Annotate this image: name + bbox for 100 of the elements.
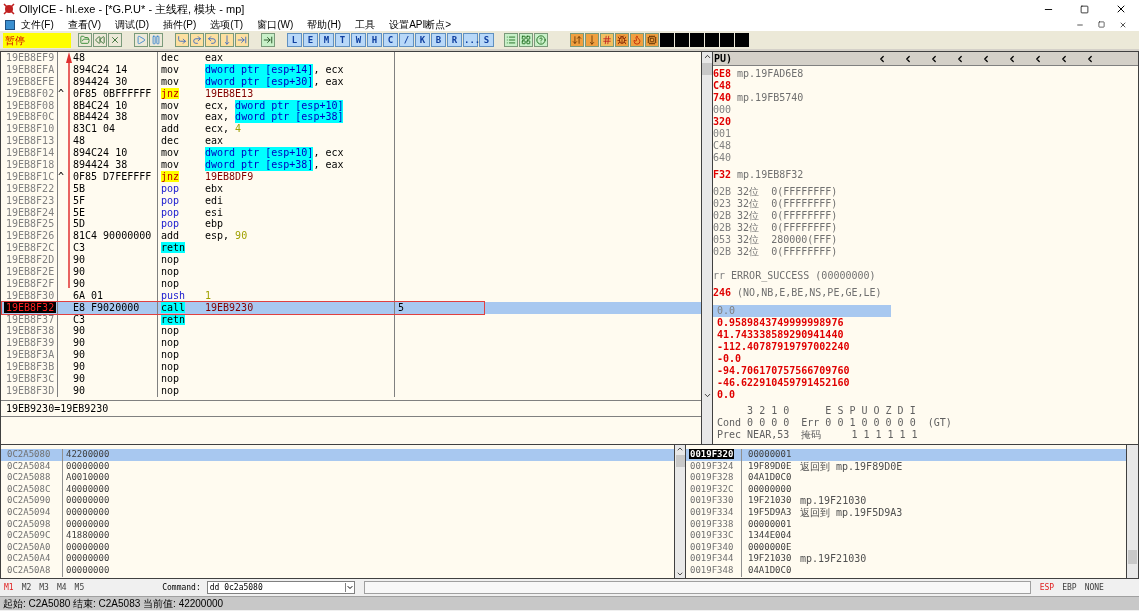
memory-tab[interactable]: M3 (39, 581, 49, 594)
disassembly-row[interactable]: 19EB8F02 ^ 0F85 0BFFFFFF jnz 19EB8E13 (1, 87, 701, 100)
register-value[interactable]: 02B (713, 246, 732, 258)
memory-tab[interactable]: M1 (4, 581, 14, 594)
list-icon[interactable] (504, 33, 518, 47)
disassembly-row[interactable]: 19EB8F18 894424 38 mov dword ptr [esp+38], eax (1, 159, 701, 171)
window-button[interactable]: T (335, 33, 350, 47)
scroll-down-icon[interactable] (702, 391, 712, 400)
disassembly-row[interactable]: 19EB8F37 C3 retn (1, 313, 701, 326)
menu-item[interactable]: 查看(V) (67, 18, 102, 31)
dropdown-icon[interactable] (344, 583, 354, 592)
register-value[interactable]: 740 (713, 92, 732, 104)
disassembly-row[interactable]: 19EB8F22 5B pop ebx (1, 182, 701, 195)
step-into-icon[interactable] (175, 33, 189, 47)
window-button[interactable]: R (447, 33, 462, 47)
window-button[interactable]: C (383, 33, 398, 47)
open-icon[interactable] (78, 33, 92, 47)
register-value[interactable]: C48 (713, 140, 732, 152)
disassembly-row[interactable]: 19EB8F30 6A 01 push 1 (1, 289, 701, 302)
stack-row[interactable]: 0019F344 19F21030 mp.19F21030 (686, 553, 1126, 565)
window-button[interactable]: K (415, 33, 430, 47)
restore-icon[interactable] (1098, 21, 1105, 28)
window-button[interactable]: M (319, 33, 334, 47)
register-value[interactable]: 023 (713, 198, 732, 210)
arrows-icon[interactable] (585, 33, 599, 47)
trace-into-icon[interactable] (205, 33, 219, 47)
disassembly-row[interactable]: 19EB8F2C C3 retn (1, 242, 701, 255)
register-value[interactable]: 640 (713, 152, 732, 164)
stack-row[interactable]: 0019F348 04A1D0C0 (686, 564, 1126, 577)
stack-row[interactable]: 0019F33C 1344E004 (686, 530, 1126, 542)
stack-row[interactable]: 0019F338 00000001 (686, 518, 1126, 531)
disassembly-row[interactable]: 19EB8F38 90 nop (1, 325, 701, 338)
dump-row[interactable]: 0C2A50A4 00000000 (1, 553, 674, 565)
register-value[interactable]: rr (713, 270, 726, 282)
app-menu-icon[interactable] (5, 19, 15, 30)
trace-over-icon[interactable] (220, 33, 234, 47)
stack-row[interactable]: 0019F32C 00000000 (686, 483, 1126, 496)
menu-item[interactable]: 帮助(H) (307, 18, 342, 31)
fpu-row[interactable]: -46.622910459791452160 (713, 377, 891, 389)
arrows-icon[interactable] (570, 33, 584, 47)
memory-tab[interactable]: M5 (74, 581, 85, 594)
fpu-row[interactable]: -94.706170757566709760 (713, 365, 891, 377)
stack-row[interactable]: 0019F334 19F5D9A3 返回到 mp.19F5D9A3 (686, 506, 1126, 519)
menu-item[interactable]: 插件(P) (163, 18, 197, 31)
go-to-icon[interactable] (261, 33, 275, 47)
scrollbar[interactable] (1126, 445, 1138, 578)
disassembly-row[interactable]: 19EB8F3D 90 nop (1, 384, 701, 397)
execute-till-return-icon[interactable] (235, 33, 249, 47)
memory-tab[interactable]: M2 (21, 581, 32, 594)
disassembly-row[interactable]: 19EB8F39 90 nop (1, 337, 701, 350)
window-button[interactable]: B (431, 33, 446, 47)
register-value[interactable]: 02B (713, 186, 732, 198)
grid-icon[interactable] (519, 33, 533, 47)
disassembly-row[interactable]: 19EB8F3A 90 nop (1, 349, 701, 362)
hash-icon[interactable] (600, 33, 614, 47)
window-button[interactable]: W (351, 33, 366, 47)
window-button[interactable]: / (399, 33, 414, 47)
rewind-icon[interactable] (93, 33, 107, 47)
stack-row[interactable]: 0019F330 19F21030 mp.19F21030 (686, 495, 1126, 507)
scroll-down-icon[interactable] (676, 570, 684, 578)
stack-mode-option[interactable]: NONE (1084, 581, 1104, 594)
menu-item[interactable]: 设置API断点> (389, 18, 452, 31)
fpu-row[interactable]: 41.743338589290941440 (713, 329, 891, 341)
register-value[interactable]: 001 (713, 128, 732, 140)
register-value[interactable]: 02B (713, 210, 732, 222)
disassembly-row[interactable]: 19EB8F24 5E pop esi (1, 206, 701, 219)
stack-row[interactable]: 0019F320 00000001 (686, 449, 1126, 461)
stack-mode-option[interactable]: ESP (1039, 581, 1055, 594)
dump-row[interactable]: 0C2A50A0 00000000 (1, 541, 674, 554)
window-button[interactable]: ... (463, 33, 478, 47)
flame-icon[interactable] (630, 33, 644, 47)
memory-tab[interactable]: M4 (56, 581, 67, 594)
register-value[interactable]: 02B (713, 222, 732, 234)
dump-row[interactable]: 0C2A5098 00000000 (1, 518, 674, 531)
disassembly-row[interactable]: 19EB8EFA 894C24 14 mov dword ptr [esp+14], ecx (1, 63, 701, 76)
disassembly-row[interactable]: 19EB8F0C 8B4424 38 mov eax, dword ptr [esp+38] (1, 111, 701, 124)
stack-row[interactable]: 0019F328 04A1D0C0 (686, 472, 1126, 484)
scroll-thumb[interactable] (675, 455, 685, 467)
window-button[interactable]: H (367, 33, 382, 47)
disassembly-row[interactable]: 19EB8F23 5F pop edi (1, 194, 701, 207)
dump-row[interactable]: 0C2A508C 40000000 (1, 483, 674, 496)
disassembly-row[interactable]: 19EB8F2D 90 nop (1, 254, 701, 267)
register-value[interactable]: 246 (713, 287, 732, 299)
stack-mode-option[interactable]: EBP (1062, 581, 1077, 594)
step-over-icon[interactable] (190, 33, 204, 47)
register-value[interactable]: 6E8 (713, 68, 732, 80)
menu-item[interactable]: 窗口(W) (257, 18, 294, 31)
menu-item[interactable]: 文件(F) (21, 18, 54, 31)
disassembly-row[interactable]: 19EB8F10 83C1 04 add ecx, 4 (1, 123, 701, 136)
dump-row[interactable]: 0C2A509C 41880000 (1, 530, 674, 542)
stack-row[interactable]: 0019F324 19F89D0E 返回到 mp.19F89D0E (686, 460, 1126, 473)
menu-item[interactable]: 调试(D) (115, 18, 149, 31)
window-button[interactable]: L (287, 33, 302, 47)
disassembly-row[interactable]: 19EB8F3B 90 nop (1, 361, 701, 374)
disassembly-row[interactable]: 19EB8EFE 894424 30 mov dword ptr [esp+30], eax (1, 75, 701, 88)
register-value[interactable]: 320 (713, 116, 732, 128)
scroll-up-icon[interactable] (702, 52, 712, 61)
window-button[interactable]: E (303, 33, 318, 47)
dump-row[interactable]: 0C2A5090 00000000 (1, 495, 674, 507)
register-value[interactable]: C48 (713, 80, 732, 92)
